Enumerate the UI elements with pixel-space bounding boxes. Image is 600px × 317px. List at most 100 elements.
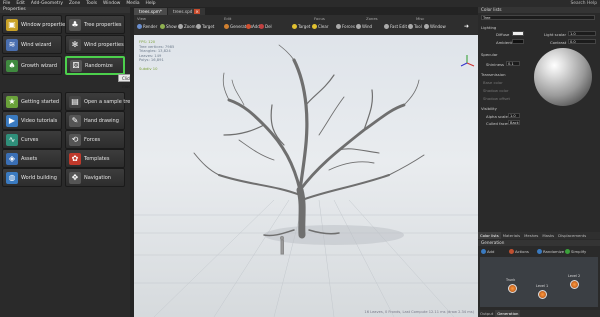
- tile-getting-started[interactable]: ★ Getting started: [2, 92, 62, 111]
- graph-node[interactable]: [570, 280, 579, 289]
- toolbar-button-wind[interactable]: Wind: [356, 23, 372, 30]
- toolbar-button-target[interactable]: Target: [292, 23, 310, 30]
- tile-tree-properties[interactable]: ♣ Tree properties: [65, 15, 125, 34]
- culled-faces-label: Culled faces: [486, 121, 510, 126]
- toolbar-button-del[interactable]: Del: [259, 23, 272, 30]
- tile-label: Templates: [84, 155, 110, 162]
- search-help-field[interactable]: Search Help: [568, 1, 600, 6]
- alpha-scale-field[interactable]: 1.0: [508, 113, 520, 118]
- tile-templates[interactable]: ✿ Templates: [65, 149, 125, 168]
- toolbar-button-target[interactable]: Target: [196, 23, 214, 30]
- toolbar-button-forces[interactable]: Forces: [336, 23, 355, 30]
- diffuse-swatch[interactable]: [512, 31, 524, 36]
- tile-randomize[interactable]: ⚄ Randomize: [65, 56, 125, 75]
- tile-forces[interactable]: ⟲ Forces: [65, 130, 125, 149]
- shininess-field[interactable]: 0.1: [506, 61, 520, 66]
- tile-open-a-sample-tree[interactable]: ▤ Open a sample tree: [65, 92, 133, 111]
- transmission-row: Base color: [483, 80, 503, 85]
- gen-button-actions[interactable]: Actions: [509, 249, 529, 254]
- stat-line: Polys: 16,891: [139, 58, 164, 63]
- ambient-swatch[interactable]: [512, 39, 524, 44]
- menu-item-window[interactable]: Window: [100, 1, 123, 6]
- tile-navigation[interactable]: ✥ Navigation: [65, 168, 125, 187]
- force-icon: ⟲: [69, 133, 81, 146]
- tile-assets[interactable]: ◈ Assets: [2, 149, 62, 168]
- viewport-toolbar: View Edit Focus Zones Misc Render Show Zoom Targ…: [134, 15, 478, 35]
- toolbar-button-clear[interactable]: Clear: [312, 23, 328, 30]
- toolbar-button-window[interactable]: Window: [424, 23, 446, 30]
- toolbar-label: Target: [298, 24, 311, 29]
- human-scale-figure: [280, 236, 284, 255]
- gen-button-simplify[interactable]: Simplify: [565, 249, 586, 254]
- toolbar-label: Window: [430, 24, 446, 29]
- next-arrow-icon[interactable]: ➜: [464, 23, 469, 30]
- light-scalar-label: Light scalar: [544, 32, 567, 37]
- tile-hand-drawing[interactable]: ✎ Hand drawing: [65, 111, 125, 130]
- bottom-tab-generation[interactable]: Generation: [495, 310, 521, 317]
- toolbar-button-add[interactable]: Add: [246, 23, 260, 30]
- bottom-tab-output[interactable]: Output: [478, 310, 495, 317]
- document-tabs: trees.spm* trees.spd ×: [134, 7, 478, 15]
- light-scalar-field[interactable]: 1.0: [568, 31, 596, 36]
- menu-item-zone[interactable]: Zone: [66, 1, 83, 6]
- preset-select[interactable]: Tree: [481, 15, 595, 20]
- gen-button-label: Randomize: [543, 249, 565, 254]
- tab-label: trees.spm*: [139, 9, 162, 14]
- menu-item-help[interactable]: Help: [143, 1, 159, 6]
- gen-button-randomize[interactable]: Randomize: [537, 249, 564, 254]
- tile-label: Wind wizard: [21, 41, 52, 48]
- graph-node[interactable]: [538, 290, 547, 299]
- menu-item-edit[interactable]: Edit: [13, 1, 28, 6]
- menu-item-media[interactable]: Media: [123, 1, 142, 6]
- viewport-status: 16 Leaves, 0 Fronds, Last Compute 12.11 …: [364, 310, 474, 314]
- toolbar-icon: [292, 24, 297, 29]
- menu-item-add-geometry[interactable]: Add-Geometry: [28, 1, 66, 6]
- toolbar-label: Target: [202, 24, 215, 29]
- toolbar-button-render[interactable]: Render: [137, 23, 157, 30]
- 3d-viewport[interactable]: FPS: 120 Tree vertices: 7985 Triangles: 13…: [134, 35, 478, 317]
- tile-label: Wind properties: [84, 41, 124, 48]
- generation-graph[interactable]: Trunk Level 1 Level 2: [480, 257, 598, 307]
- gen-button-add[interactable]: Add: [481, 249, 494, 254]
- toolbar-button-fast-edit[interactable]: Fast Edit: [384, 23, 407, 30]
- tile-label: Assets: [21, 155, 38, 162]
- tile-video-tutorials[interactable]: ▶ Video tutorials: [2, 111, 62, 130]
- toolbar-button-zoom[interactable]: Zoom: [178, 23, 196, 30]
- contrast-field[interactable]: 0.0: [568, 39, 596, 44]
- graph-node-label: Level 1: [536, 284, 549, 288]
- tile-window-properties[interactable]: ▣ Window properties: [2, 15, 68, 34]
- right-tab-color-lists[interactable]: Color lists: [478, 232, 501, 239]
- right-panel-tabs: Color lists Materials Meshes Masks Displacem…: [478, 232, 600, 239]
- toolbar-icon: [259, 24, 264, 29]
- ambient-label: Ambient: [496, 40, 512, 45]
- tile-wind-wizard[interactable]: ≋ Wind wizard: [2, 35, 62, 54]
- transmission-label: Transmission: [481, 72, 506, 77]
- generation-title: Generation: [478, 240, 600, 246]
- graph-node[interactable]: [508, 284, 517, 293]
- tab-1[interactable]: trees.spd ×: [167, 8, 205, 15]
- growth-icon: ♠: [6, 59, 18, 72]
- menu-item-file[interactable]: File: [0, 1, 13, 6]
- tab-0[interactable]: trees.spm*: [134, 8, 167, 15]
- tile-world-building[interactable]: ◍ World building: [2, 168, 62, 187]
- tile-curves[interactable]: ∿ Curves: [2, 130, 62, 149]
- toolbar-button-show[interactable]: Show: [160, 23, 177, 30]
- toolbar-icon: [178, 24, 183, 29]
- tile-wind-properties[interactable]: ✻ Wind properties: [65, 35, 125, 54]
- hand-icon: ✎: [69, 114, 81, 127]
- right-tab-masks[interactable]: Masks: [540, 232, 556, 239]
- graph-node-label: Level 2: [568, 274, 581, 278]
- toolbar-label: Fast Edit: [390, 24, 408, 29]
- globe-icon: ◍: [6, 171, 18, 184]
- transmission-row: Shadow color: [483, 88, 509, 93]
- tile-growth-wizard[interactable]: ♠ Growth wizard: [2, 56, 62, 75]
- right-tab-displacements[interactable]: Displacements: [556, 232, 588, 239]
- right-tab-meshes[interactable]: Meshes: [522, 232, 540, 239]
- menu-item-tools[interactable]: Tools: [83, 1, 100, 6]
- toolbar-group-misc: Misc: [416, 16, 425, 21]
- culled-faces-select[interactable]: Back: [508, 120, 520, 125]
- toolbar-button-tool[interactable]: Tool: [408, 23, 422, 30]
- close-tab-icon[interactable]: ×: [194, 9, 200, 14]
- right-tab-materials[interactable]: Materials: [501, 232, 522, 239]
- toolbar-label: Del: [265, 24, 272, 29]
